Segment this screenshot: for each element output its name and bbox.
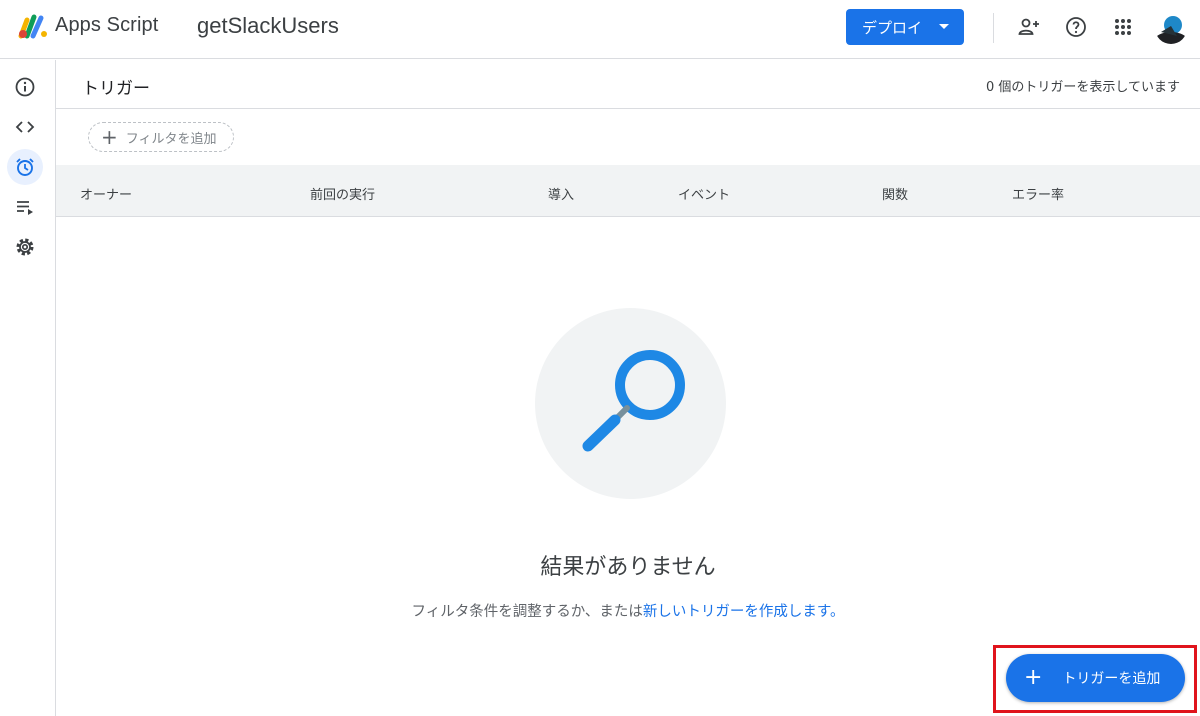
toolbar-divider	[993, 13, 994, 43]
rail-item-executions[interactable]	[7, 189, 43, 225]
left-nav-rail	[0, 60, 56, 716]
avatar-icon	[1155, 12, 1187, 44]
add-trigger-label: トリガーを追加	[1062, 671, 1161, 687]
app-name[interactable]: Apps Script	[55, 14, 158, 37]
apps-script-logo[interactable]	[17, 12, 49, 40]
create-trigger-link[interactable]: 新しいトリガーを作成します。	[643, 604, 845, 620]
rail-item-editor[interactable]	[7, 109, 43, 145]
column-header-function[interactable]: 関数	[882, 184, 908, 203]
code-icon	[15, 121, 35, 133]
executions-icon	[17, 201, 33, 215]
empty-state-message: フィルタ条件を調整するか、または新しいトリガーを作成します。	[56, 600, 1200, 621]
settings-gear-icon	[16, 238, 34, 256]
rail-item-overview[interactable]	[7, 69, 43, 105]
deploy-button[interactable]: デプロイ	[846, 9, 964, 45]
rail-item-settings[interactable]	[7, 229, 43, 265]
account-avatar[interactable]	[1155, 12, 1187, 44]
google-apps-button[interactable]	[1110, 14, 1136, 40]
trigger-count-text: 0 個のトリガーを表示しています	[985, 80, 1180, 95]
empty-state-illustration	[535, 308, 726, 499]
column-header-deployment[interactable]: 導入	[548, 184, 574, 203]
add-filter-label: フィルタを追加	[125, 131, 217, 147]
add-filter-button[interactable]: + フィルタを追加	[88, 122, 234, 152]
column-header-event[interactable]: イベント	[678, 184, 730, 203]
magnifier-icon	[582, 350, 685, 452]
triggers-page: トリガー 0 個のトリガーを表示しています + フィルタを追加 オーナー 前回の…	[56, 60, 1200, 716]
deploy-button-label: デプロイ	[862, 18, 923, 37]
divider	[56, 108, 1200, 109]
info-icon	[15, 77, 35, 97]
table-header: オーナー 前回の実行 導入 イベント 関数 エラー率	[56, 165, 1200, 217]
empty-state-message-text: フィルタ条件を調整するか、または	[411, 604, 643, 620]
apps-grid-icon	[1115, 19, 1131, 35]
plus-icon: +	[1024, 665, 1043, 690]
column-header-owner[interactable]: オーナー	[80, 184, 132, 203]
column-header-error-rate[interactable]: エラー率	[1012, 184, 1064, 203]
alarm-clock-icon	[16, 158, 34, 176]
help-button[interactable]	[1063, 14, 1089, 40]
top-app-bar: Apps Script getSlackUsers デプロイ	[0, 0, 1200, 59]
project-name[interactable]: getSlackUsers	[197, 13, 339, 39]
share-button[interactable]	[1016, 14, 1042, 40]
person-add-icon	[1018, 18, 1039, 35]
plus-icon: +	[101, 125, 118, 149]
page-title: トリガー	[82, 79, 150, 99]
empty-state-title: 結果がありません	[540, 555, 716, 580]
chevron-down-icon	[939, 24, 949, 29]
rail-item-triggers[interactable]	[7, 149, 43, 185]
column-header-last-run[interactable]: 前回の実行	[310, 184, 375, 203]
add-trigger-button[interactable]: + トリガーを追加	[1006, 654, 1185, 702]
help-icon	[1066, 17, 1086, 37]
